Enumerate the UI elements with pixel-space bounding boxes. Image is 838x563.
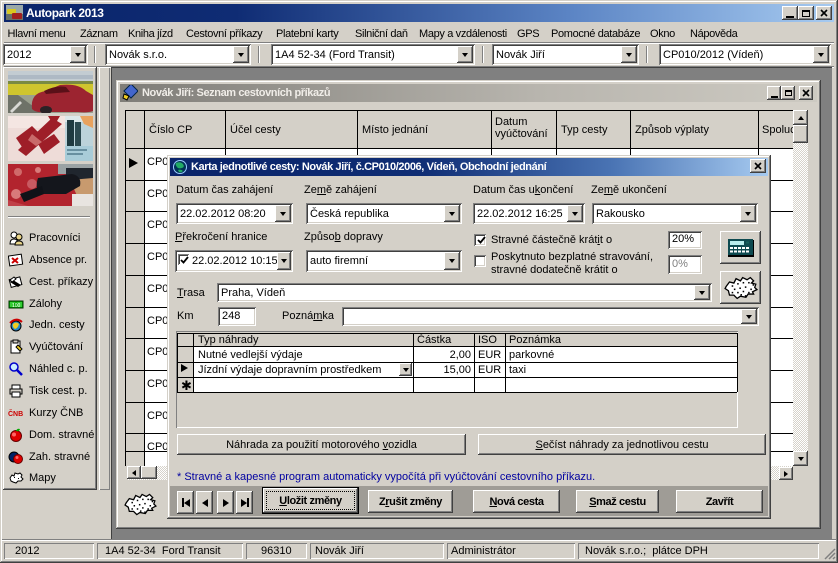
svg-text:100: 100 <box>12 303 21 309</box>
svg-text:ČNB: ČNB <box>8 409 23 418</box>
